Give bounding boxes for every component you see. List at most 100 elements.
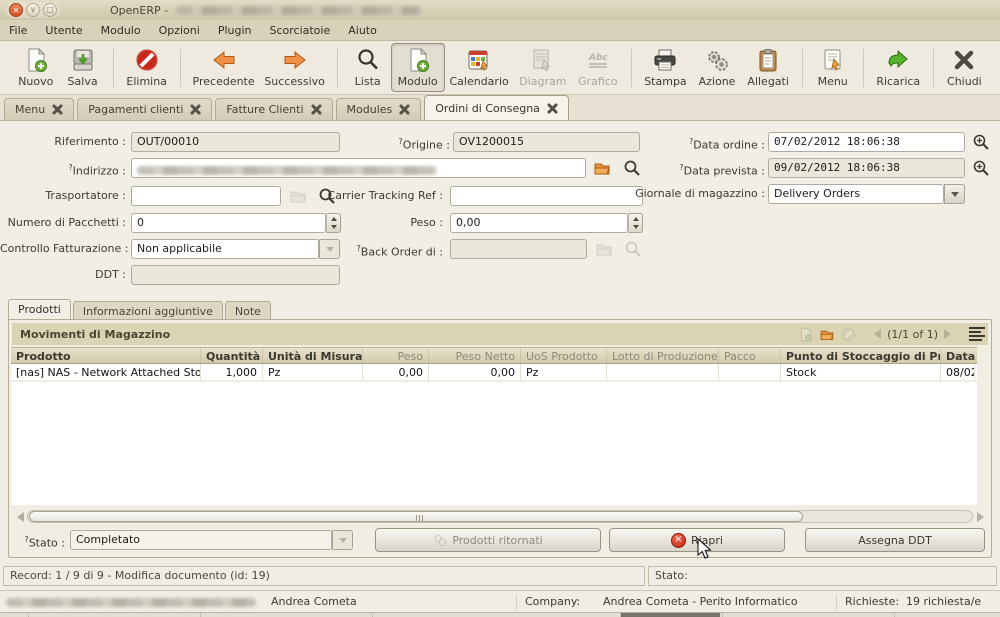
delete-row-icon — [841, 327, 856, 342]
date-picker-icon[interactable] — [972, 159, 990, 177]
numero-pacchetti-field[interactable]: 0 — [131, 213, 326, 233]
carrier-tracking-label: Carrier Tracking Ref : — [320, 186, 443, 206]
scroll-left-icon[interactable] — [13, 512, 27, 522]
new-button[interactable]: Nuovo — [12, 44, 60, 91]
riferimento-label: Riferimento : — [0, 132, 126, 152]
trasportatore-label: Trasportatore : — [0, 186, 126, 206]
window-minimize-icon[interactable]: ∨ — [26, 3, 40, 17]
window-close-icon[interactable]: ✕ — [9, 3, 23, 17]
menu-plugin[interactable]: Plugin — [209, 22, 261, 39]
trasportatore-field[interactable] — [131, 186, 281, 206]
tab-prodotti[interactable]: Prodotti — [8, 299, 71, 320]
action-button[interactable]: Azione — [693, 44, 742, 91]
delivery-order-form: Riferimento : OUT/00010 ?Origine : OV120… — [0, 121, 1000, 299]
reload-button[interactable]: Ricarica — [871, 44, 926, 91]
col-peso[interactable]: Peso — [363, 348, 429, 363]
menu-button[interactable]: Menu — [810, 44, 856, 91]
tab-close-icon[interactable] — [190, 104, 201, 115]
giornale-combo[interactable]: Delivery Orders — [768, 184, 944, 204]
col-data[interactable]: Data — [941, 348, 975, 363]
delete-icon — [134, 47, 160, 73]
next-button[interactable]: Successivo — [259, 44, 329, 91]
connection-bar: Andrea Cometa Company: Andrea Cometa - P… — [0, 590, 1000, 612]
stato-combo[interactable]: Completato — [70, 530, 332, 550]
controllo-fatturazione-combo[interactable]: Non applicabile — [131, 239, 319, 259]
print-button[interactable]: Stampa — [638, 44, 692, 91]
window-maximize-icon[interactable]: □ — [43, 3, 57, 17]
back-order-field[interactable] — [450, 239, 587, 259]
open-row-icon[interactable] — [819, 327, 835, 342]
col-lotto-di-produzione[interactable]: Lotto di Produzione — [607, 348, 719, 363]
menu-form-icon — [820, 47, 846, 73]
data-ordine-label: ?Data ordine : — [620, 132, 765, 152]
giornale-label: Giornale di magazzino : — [600, 184, 765, 204]
search-icon — [355, 47, 381, 73]
menu-modulo[interactable]: Modulo — [92, 22, 150, 39]
peso-spinner[interactable] — [628, 213, 643, 233]
list-toolbar: (1/1 of 1) — [798, 323, 985, 345]
col-punto-di-stoccaggio[interactable]: Punto di Stoccaggio di Provenienza — [781, 348, 941, 363]
col-unita-di-misura[interactable]: Unità di Misura — [263, 348, 363, 363]
ddt-field[interactable] — [131, 265, 340, 285]
requests-count[interactable]: 19 richiesta/e — [906, 595, 981, 608]
previous-button[interactable]: Precedente — [188, 44, 260, 91]
assegna-ddt-button[interactable]: Assegna DDT — [805, 528, 985, 552]
col-prodotto[interactable]: Prodotto — [11, 348, 201, 363]
giornale-dropdown-button[interactable] — [944, 184, 965, 204]
toolbar-separator — [337, 49, 338, 87]
switch-view-icon[interactable] — [969, 327, 985, 341]
window-controls: ✕ ∨ □ — [6, 2, 60, 18]
indirizzo-label: ?Indirizzo : — [0, 158, 126, 178]
save-button[interactable]: Salva — [60, 44, 106, 91]
tab-modules[interactable]: Modules — [336, 98, 422, 120]
tab-close-icon[interactable] — [311, 104, 322, 115]
attachments-button[interactable]: Allegati — [742, 44, 795, 91]
taskbar-active-window[interactable] — [620, 613, 720, 617]
horizontal-scrollbar[interactable] — [13, 509, 987, 524]
table-header-row: Prodotto Quantità Unità di Misura Peso P… — [11, 347, 977, 364]
reload-icon — [885, 47, 911, 73]
menu-opzioni[interactable]: Opzioni — [150, 22, 209, 39]
open-resource-icon[interactable] — [593, 159, 611, 177]
notebook-tabs: Prodotti Informazioni aggiuntive Note — [8, 299, 273, 320]
tab-close-icon[interactable] — [547, 103, 558, 114]
new-document-icon — [23, 47, 49, 73]
list-view-button[interactable]: Lista — [345, 44, 391, 91]
tab-pagamenti-clienti[interactable]: Pagamenti clienti — [77, 98, 212, 120]
menu-file[interactable]: File — [0, 22, 36, 39]
scroll-right-icon[interactable] — [973, 512, 987, 522]
tab-ordini-di-consegna[interactable]: Ordini di Consegna — [424, 95, 569, 120]
riferimento-field[interactable]: OUT/00010 — [131, 132, 340, 152]
form-view-button[interactable]: Modulo — [391, 43, 445, 92]
data-ordine-field[interactable]: 07/02/2012 18:06:38 — [768, 132, 965, 152]
menu-scorciatoie[interactable]: Scorciatoie — [260, 22, 339, 39]
delete-button[interactable]: Elimina — [120, 44, 172, 91]
col-pacco[interactable]: Pacco — [719, 348, 781, 363]
pager-previous-icon[interactable] — [874, 329, 881, 339]
pager-next-icon[interactable] — [944, 329, 951, 339]
tab-informazioni-aggiuntive[interactable]: Informazioni aggiuntive — [73, 301, 223, 320]
date-picker-icon[interactable] — [972, 133, 990, 151]
col-peso-netto[interactable]: Peso Netto — [429, 348, 521, 363]
tab-close-icon[interactable] — [399, 104, 410, 115]
data-prevista-field[interactable]: 09/02/2012 18:06:38 — [768, 158, 965, 178]
tab-fatture-clienti[interactable]: Fatture Clienti — [215, 98, 332, 120]
tab-note[interactable]: Note — [225, 301, 271, 320]
save-icon — [70, 47, 96, 73]
mouse-cursor — [697, 538, 713, 560]
tab-strip: Menu Pagamenti clienti Fatture Clienti M… — [0, 95, 1000, 121]
close-tab-button[interactable]: Chiudi — [941, 44, 988, 91]
indirizzo-field[interactable] — [131, 158, 586, 178]
col-uos-prodotto[interactable]: UoS Prodotto — [521, 348, 607, 363]
menu-utente[interactable]: Utente — [36, 22, 91, 39]
tab-menu[interactable]: Menu — [4, 98, 74, 120]
col-quantita[interactable]: Quantità — [201, 348, 263, 363]
table-row[interactable]: [nas] NAS - Network Attached Storage 1,0… — [11, 364, 977, 381]
peso-label: Peso : — [320, 213, 443, 233]
tab-close-icon[interactable] — [52, 104, 63, 115]
origine-field[interactable]: OV1200015 — [453, 132, 640, 152]
menu-aiuto[interactable]: Aiuto — [339, 22, 386, 39]
peso-field[interactable]: 0,00 — [450, 213, 628, 233]
calendar-view-button[interactable]: Calendario — [445, 44, 514, 91]
scrollbar-thumb[interactable] — [29, 511, 803, 522]
